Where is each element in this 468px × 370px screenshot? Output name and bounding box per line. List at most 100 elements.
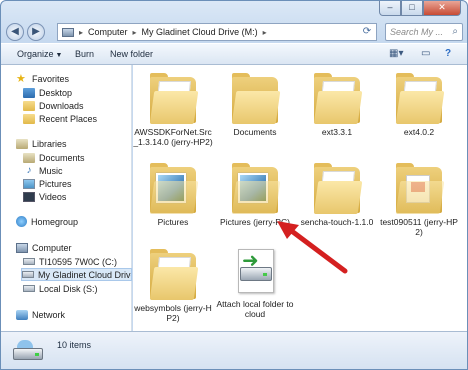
breadcrumb-separator: ▸ xyxy=(79,27,84,37)
nav-label: My Gladinet Cloud Drive (M xyxy=(38,269,131,280)
desktop-icon xyxy=(23,87,35,98)
hard-drive-icon xyxy=(23,258,35,265)
nav-downloads[interactable]: Downloads xyxy=(23,99,84,112)
nav-label: Network xyxy=(32,309,66,320)
folder-icon xyxy=(149,247,199,301)
nav-drive-s[interactable]: Local Disk (S:) xyxy=(23,282,98,295)
file-list: AWSSDKForNet.Src_1.3.14.0 (jerry-HP2) Do… xyxy=(133,65,467,331)
music-note-icon: ♪ xyxy=(26,164,32,176)
star-icon: ★ xyxy=(16,72,26,85)
folder-item[interactable]: Documents xyxy=(215,71,295,137)
picture-folder-icon xyxy=(231,161,281,215)
new-folder-button[interactable]: New folder xyxy=(110,49,153,59)
folder-item[interactable]: websymbols (jerry-HP2) xyxy=(133,247,213,323)
close-button[interactable]: ✕ xyxy=(423,1,461,16)
nav-drive-m[interactable]: My Gladinet Cloud Drive (M xyxy=(21,268,132,281)
folder-item[interactable]: Pictures xyxy=(133,161,213,227)
search-icon[interactable]: ⌕ xyxy=(452,26,458,37)
window-controls: – □ ✕ xyxy=(379,1,461,16)
back-arrow-icon: ◀ xyxy=(11,26,19,37)
nav-label: Documents xyxy=(39,152,85,163)
nav-network[interactable]: Network xyxy=(16,308,65,321)
item-label: AWSSDKForNet.Src_1.3.14.0 (jerry-HP2) xyxy=(133,127,213,147)
forward-arrow-icon: ▶ xyxy=(32,26,40,37)
folder-item[interactable]: sencha-touch-1.1.0 xyxy=(297,161,377,227)
nav-favorites[interactable]: ★ Favorites xyxy=(16,72,69,85)
command-bar: Organize ▼ Burn New folder ▦▾ ▭ ? xyxy=(1,43,467,65)
folder-icon xyxy=(231,71,281,125)
homegroup-icon xyxy=(16,216,27,227)
nav-videos[interactable]: Videos xyxy=(23,190,66,203)
nav-label: Videos xyxy=(39,191,67,202)
folder-icon xyxy=(395,71,445,125)
folder-item[interactable]: AWSSDKForNet.Src_1.3.14.0 (jerry-HP2) xyxy=(133,71,213,147)
refresh-icon[interactable]: ⟳ xyxy=(360,25,374,39)
breadcrumb-separator[interactable]: ▸ xyxy=(261,28,269,37)
item-label: Documents xyxy=(233,127,277,137)
nav-label: Downloads xyxy=(39,100,84,111)
nav-label: Music xyxy=(39,165,63,176)
item-label: Attach local folder to cloud xyxy=(216,299,294,319)
nav-label: TI10595 7W0C (C:) xyxy=(39,256,118,267)
libraries-icon xyxy=(16,138,28,149)
nav-homegroup[interactable]: Homegroup xyxy=(16,215,78,228)
address-bar[interactable]: ▸ Computer ▸ My Gladinet Cloud Drive (M:… xyxy=(57,23,377,41)
folder-item[interactable]: Pictures (jerry-PC) xyxy=(215,161,295,227)
nav-label: Recent Places xyxy=(39,113,98,124)
nav-libraries[interactable]: Libraries xyxy=(16,137,67,150)
folder-item[interactable]: test090511 (jerry-HP2) xyxy=(379,161,459,237)
item-count: 10 items xyxy=(57,340,92,350)
nav-label: Favorites xyxy=(32,73,70,84)
nav-documents[interactable]: Documents xyxy=(23,151,85,164)
recent-places-icon xyxy=(23,113,35,124)
nav-computer[interactable]: Computer xyxy=(16,241,72,254)
forward-button[interactable]: ▶ xyxy=(27,23,45,41)
nav-label: Desktop xyxy=(39,87,73,98)
documents-icon xyxy=(23,152,35,163)
nav-recent-places[interactable]: Recent Places xyxy=(23,112,97,125)
back-button[interactable]: ◀ xyxy=(6,23,24,41)
breadcrumb-separator[interactable]: ▸ xyxy=(131,28,139,37)
item-label: Pictures xyxy=(157,217,189,227)
view-options-icon[interactable]: ▦▾ xyxy=(389,48,403,59)
nav-desktop[interactable]: Desktop xyxy=(23,86,72,99)
breadcrumb-computer[interactable]: Computer xyxy=(85,27,131,37)
computer-icon xyxy=(16,242,28,253)
cloud-drive-icon xyxy=(22,271,34,278)
organize-label: Organize xyxy=(17,49,54,59)
downloads-icon xyxy=(23,100,35,111)
nav-label: Homegroup xyxy=(31,216,79,227)
folder-item[interactable]: ext4.0.2 xyxy=(379,71,459,137)
item-label: ext3.3.1 xyxy=(321,127,353,137)
organize-button[interactable]: Organize ▼ xyxy=(17,49,62,59)
minimize-button[interactable]: – xyxy=(379,1,401,16)
network-icon xyxy=(16,309,28,320)
nav-label: Libraries xyxy=(32,138,67,149)
nav-music[interactable]: ♪ Music xyxy=(23,164,63,177)
computer-icon xyxy=(62,27,74,37)
item-label: websymbols (jerry-HP2) xyxy=(134,303,212,323)
folder-icon xyxy=(149,71,199,125)
breadcrumb-cloud-drive[interactable]: My Gladinet Cloud Drive (M:) xyxy=(139,27,261,37)
preview-pane-icon[interactable]: ▭ xyxy=(421,48,430,59)
search-input[interactable]: Search My ... ⌕ xyxy=(385,23,463,41)
nav-pictures[interactable]: Pictures xyxy=(23,177,72,190)
videos-icon xyxy=(23,191,35,202)
folder-item[interactable]: ext3.3.1 xyxy=(297,71,377,137)
search-placeholder: Search My ... xyxy=(390,27,444,37)
item-label: ext4.0.2 xyxy=(403,127,435,137)
maximize-button[interactable]: □ xyxy=(401,1,423,16)
pictures-icon xyxy=(23,178,35,189)
annotation-arrow xyxy=(277,221,348,274)
picture-folder-icon xyxy=(149,161,199,215)
nav-label: Computer xyxy=(32,242,72,253)
help-icon[interactable]: ? xyxy=(445,48,451,59)
title-bar: – □ ✕ xyxy=(1,1,467,21)
folder-icon xyxy=(313,71,363,125)
document-folder-icon xyxy=(395,161,445,215)
explorer-window: – □ ✕ ◀ ▶ ▸ Computer ▸ My Gladinet Cloud… xyxy=(0,0,468,370)
nav-drive-c[interactable]: TI10595 7W0C (C:) xyxy=(23,255,117,268)
burn-button[interactable]: Burn xyxy=(75,49,94,59)
address-row: ◀ ▶ ▸ Computer ▸ My Gladinet Cloud Drive… xyxy=(1,21,467,43)
item-label: test090511 (jerry-HP2) xyxy=(380,217,458,237)
